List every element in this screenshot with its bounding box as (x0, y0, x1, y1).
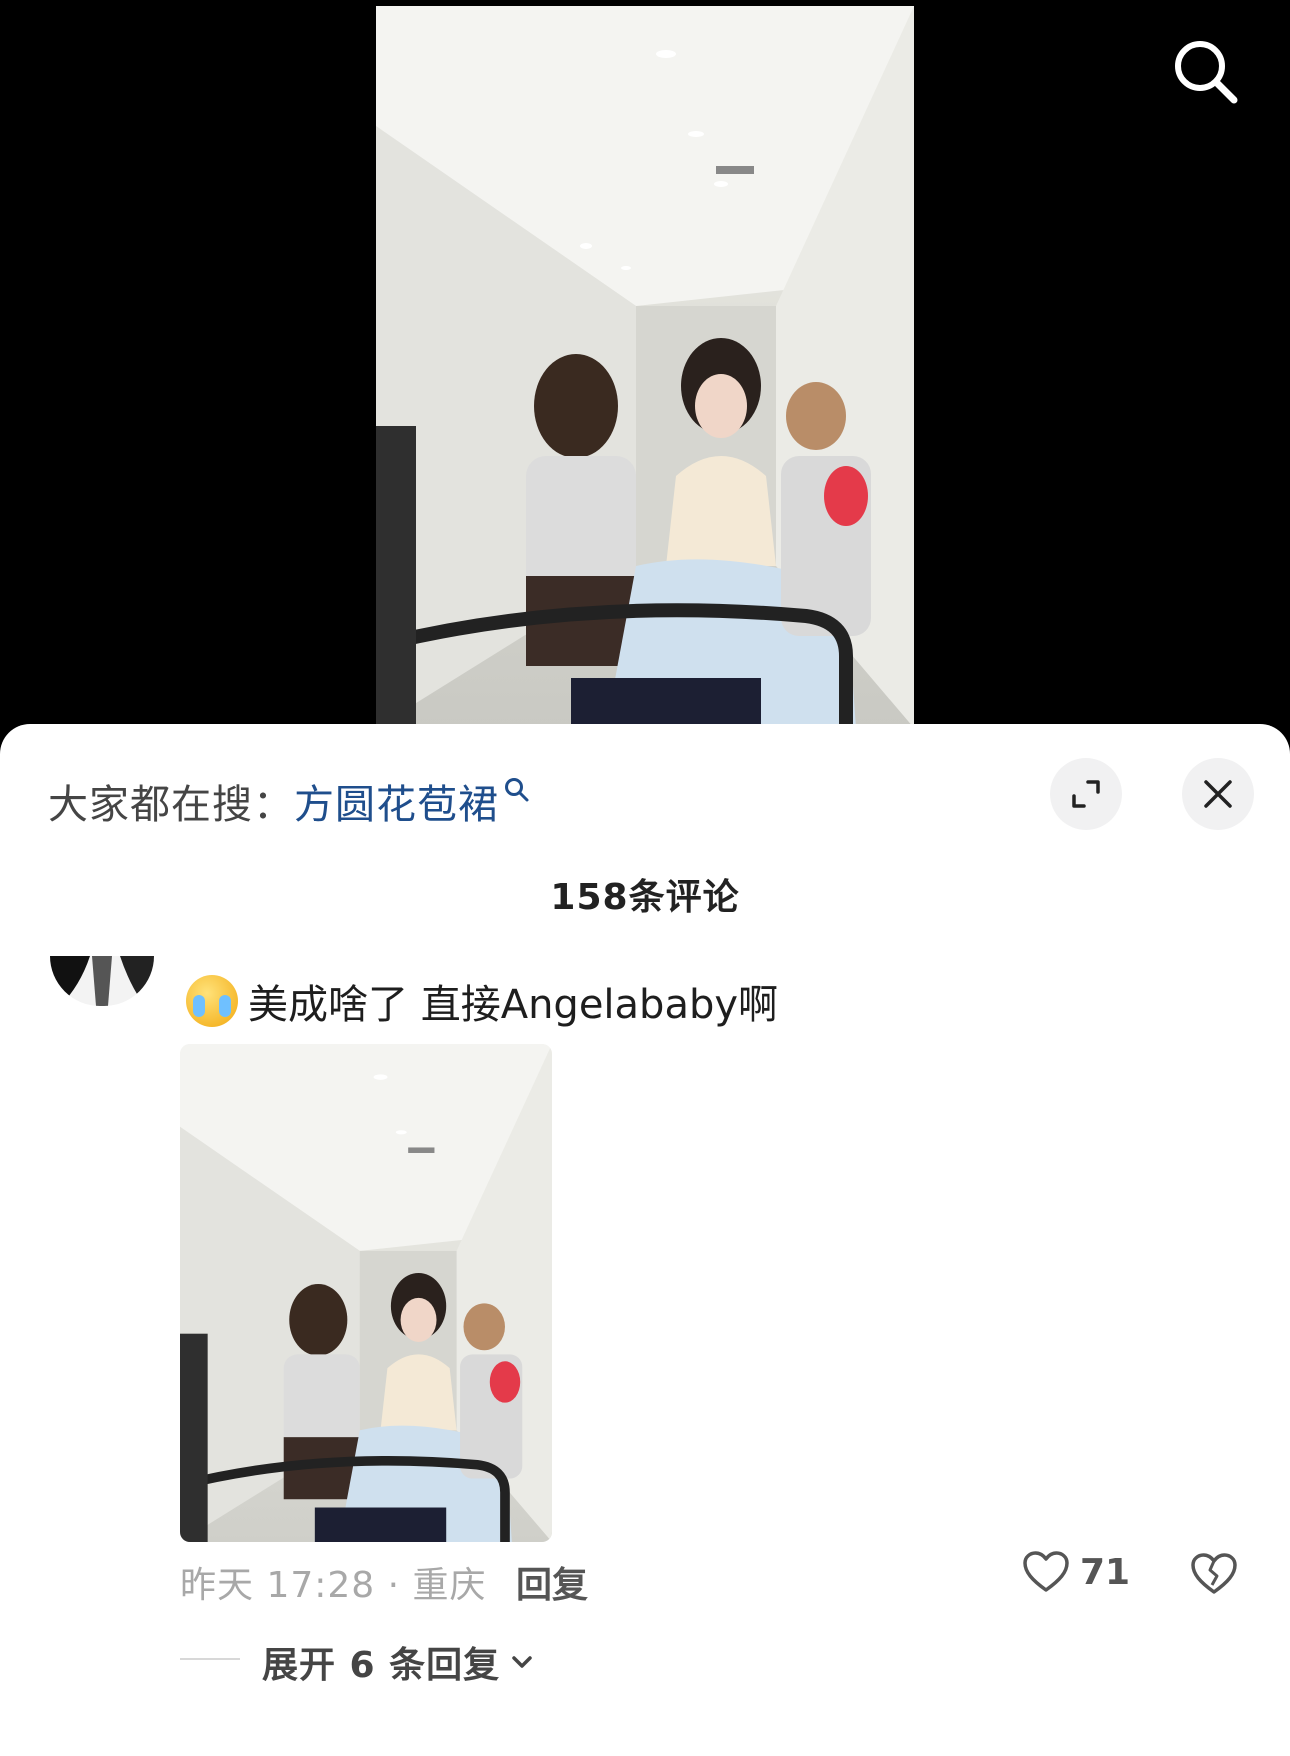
video-frame[interactable] (376, 6, 914, 728)
expand-button[interactable] (1050, 758, 1122, 830)
close-button[interactable] (1182, 758, 1254, 830)
trending-search-bar: 大家都在搜： 方圆花苞裙 (48, 772, 531, 830)
expand-replies-button[interactable]: 展开 6 条回复 (262, 1636, 536, 1688)
video-scene-illustration (376, 6, 914, 728)
like-button[interactable]: 71 (1022, 1550, 1130, 1594)
trending-prefix: 大家都在搜： (48, 782, 294, 828)
like-count: 71 (1080, 1551, 1131, 1593)
close-icon (1204, 780, 1232, 808)
comment-body: 美成啥了 直接Angelababy啊 (248, 982, 779, 1028)
search-icon (1175, 41, 1238, 104)
comment-image-illustration (180, 1044, 552, 1542)
search-button[interactable] (1168, 34, 1244, 110)
comment-time-location: 昨天 17:28 · 重庆 (180, 1565, 487, 1606)
video-player[interactable] (0, 0, 1290, 740)
trending-keyword-link[interactable]: 方圆花苞裙 (294, 772, 499, 830)
chevron-down-icon (512, 1656, 532, 1668)
divider-line (180, 1658, 240, 1660)
search-small-icon (505, 778, 529, 802)
avatar-image (50, 956, 154, 1006)
heart-icon (1023, 1551, 1069, 1592)
reply-button[interactable]: 回复 (516, 1556, 588, 1608)
comment-text: 美成啥了 直接Angelababy啊 (186, 972, 778, 1030)
dislike-button[interactable] (1190, 1552, 1238, 1600)
expand-replies-label: 展开 6 条回复 (262, 1645, 501, 1686)
comment-sheet: 大家都在搜： 方圆花苞裙 158条评论 美成啥了 直接Angelababy啊 昨… (0, 724, 1290, 1756)
avatar[interactable] (50, 956, 154, 1006)
expand-icon (1072, 780, 1100, 808)
comment-count-title: 158条评论 (550, 877, 740, 918)
broken-heart-icon (1191, 1553, 1237, 1594)
comment-attached-image[interactable] (180, 1044, 552, 1542)
crying-face-emoji-icon (186, 975, 238, 1027)
